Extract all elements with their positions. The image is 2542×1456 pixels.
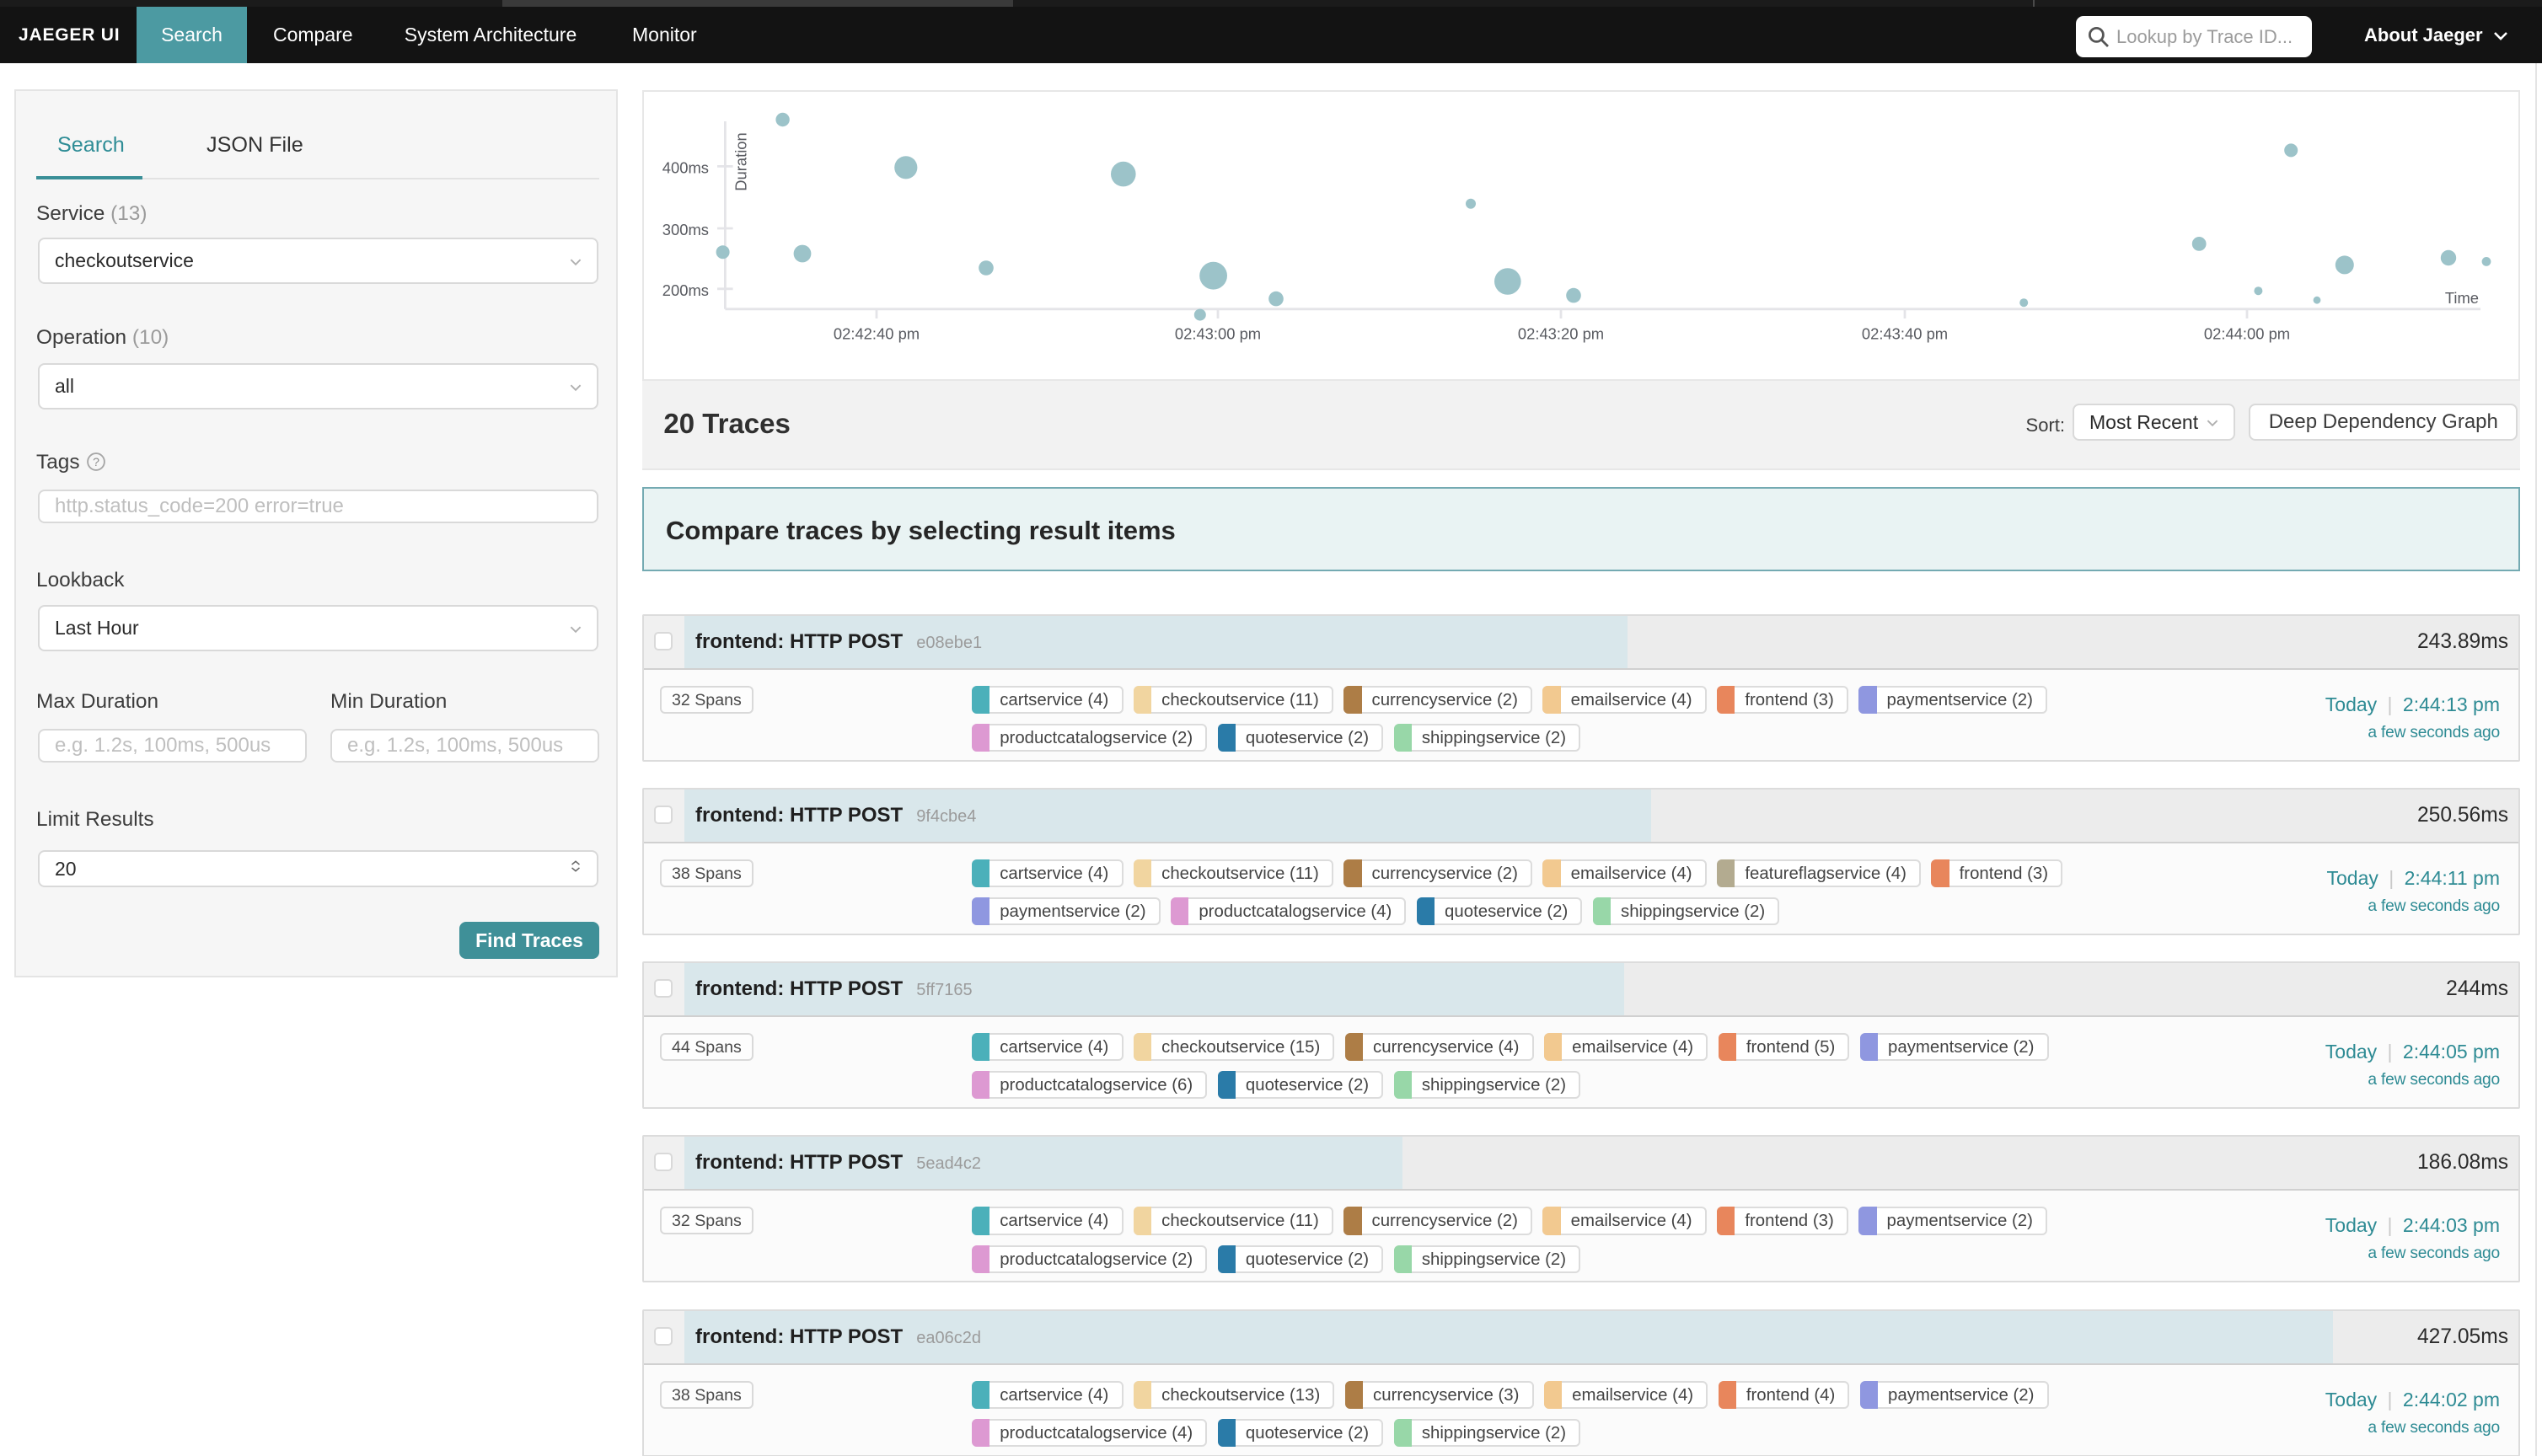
svg-text:Duration: Duration [732, 132, 750, 191]
svg-text:400ms: 400ms [662, 158, 709, 176]
svg-text:?: ? [93, 455, 99, 468]
svg-text:300ms: 300ms [662, 221, 709, 238]
svg-text:02:44:00 pm: 02:44:00 pm [2204, 325, 2290, 343]
svg-text:02:42:40 pm: 02:42:40 pm [834, 325, 920, 343]
svg-text:Time: Time [2445, 289, 2479, 307]
svg-text:02:43:20 pm: 02:43:20 pm [1518, 325, 1604, 343]
svg-text:02:43:00 pm: 02:43:00 pm [1175, 325, 1261, 343]
svg-text:200ms: 200ms [662, 281, 709, 299]
svg-text:02:43:40 pm: 02:43:40 pm [1862, 325, 1948, 343]
